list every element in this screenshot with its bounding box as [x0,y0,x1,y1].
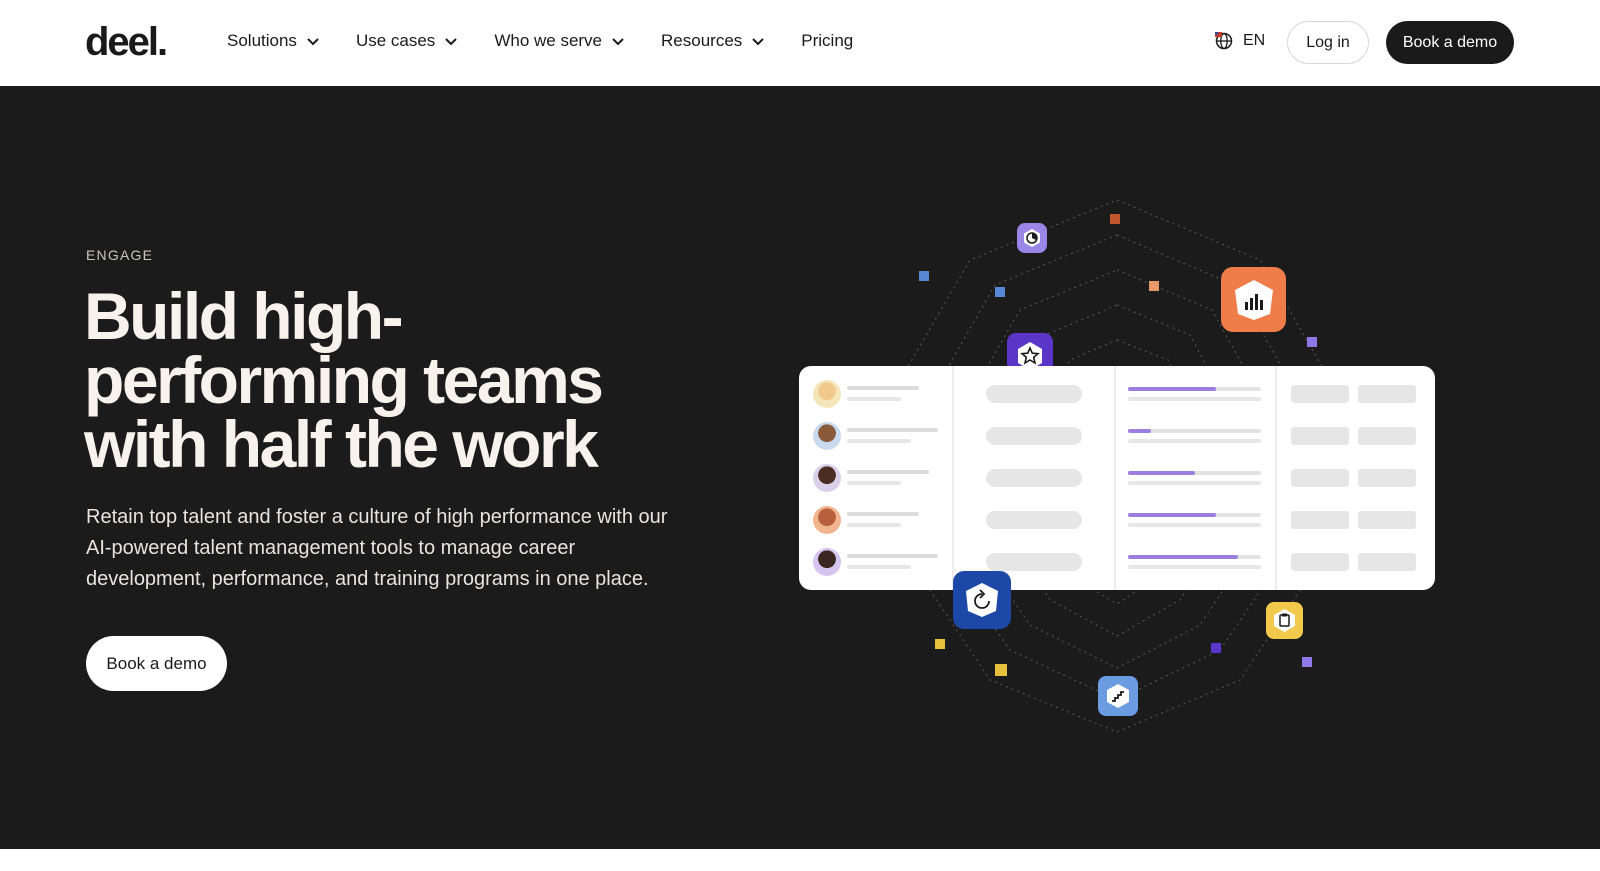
column-divider [952,366,954,590]
column-divider [1114,366,1116,590]
name-placeholder [847,386,919,390]
progress-caption [1128,481,1261,485]
avatar [813,506,841,534]
decor-square [1307,337,1317,347]
avatar [813,422,841,450]
progress-fill [1128,429,1151,433]
progress-track [1128,387,1261,391]
talent-table-card [799,366,1435,590]
clipboard-icon [1266,602,1303,639]
progress-caption [1128,397,1261,401]
value-cell [1291,469,1349,487]
role-placeholder [847,481,901,485]
avatar [813,380,841,408]
status-pill [986,511,1082,529]
value-cell [1358,427,1416,445]
refresh-icon [953,571,1011,629]
role-placeholder [847,439,911,443]
avatar [813,464,841,492]
value-cell [1291,427,1349,445]
decor-square [1302,657,1312,667]
progress-fill [1128,513,1216,517]
progress-caption [1128,523,1261,527]
value-cell [1291,511,1349,529]
value-cell [1358,553,1416,571]
progress-fill [1128,555,1239,559]
status-pill [986,427,1082,445]
value-cell [1291,553,1349,571]
page-bottom-edge [0,849,1600,871]
value-cell [1358,511,1416,529]
progress-caption [1128,565,1261,569]
decor-square [935,639,945,649]
name-placeholder [847,428,938,432]
role-placeholder [847,565,911,569]
name-placeholder [847,554,938,558]
value-cell [1291,385,1349,403]
decor-square [1110,214,1120,224]
status-pill [986,553,1082,571]
progress-fill [1128,387,1216,391]
progress-track [1128,471,1261,475]
bar-chart-icon [1221,267,1286,332]
decor-square [919,271,929,281]
avatar [813,548,841,576]
decor-square [1149,281,1159,291]
role-placeholder [847,523,901,527]
name-placeholder [847,512,919,516]
progress-caption [1128,439,1261,443]
decor-square [1211,643,1221,653]
status-pill [986,469,1082,487]
stairs-icon [1098,676,1138,716]
progress-track [1128,429,1261,433]
progress-track [1128,513,1261,517]
decor-square [995,287,1005,297]
value-cell [1358,385,1416,403]
status-pill [986,385,1082,403]
progress-fill [1128,471,1195,475]
pie-chart-icon [1017,223,1047,253]
name-placeholder [847,470,929,474]
decor-square [995,664,1007,676]
role-placeholder [847,397,901,401]
progress-track [1128,555,1261,559]
column-divider [1275,366,1277,590]
value-cell [1358,469,1416,487]
